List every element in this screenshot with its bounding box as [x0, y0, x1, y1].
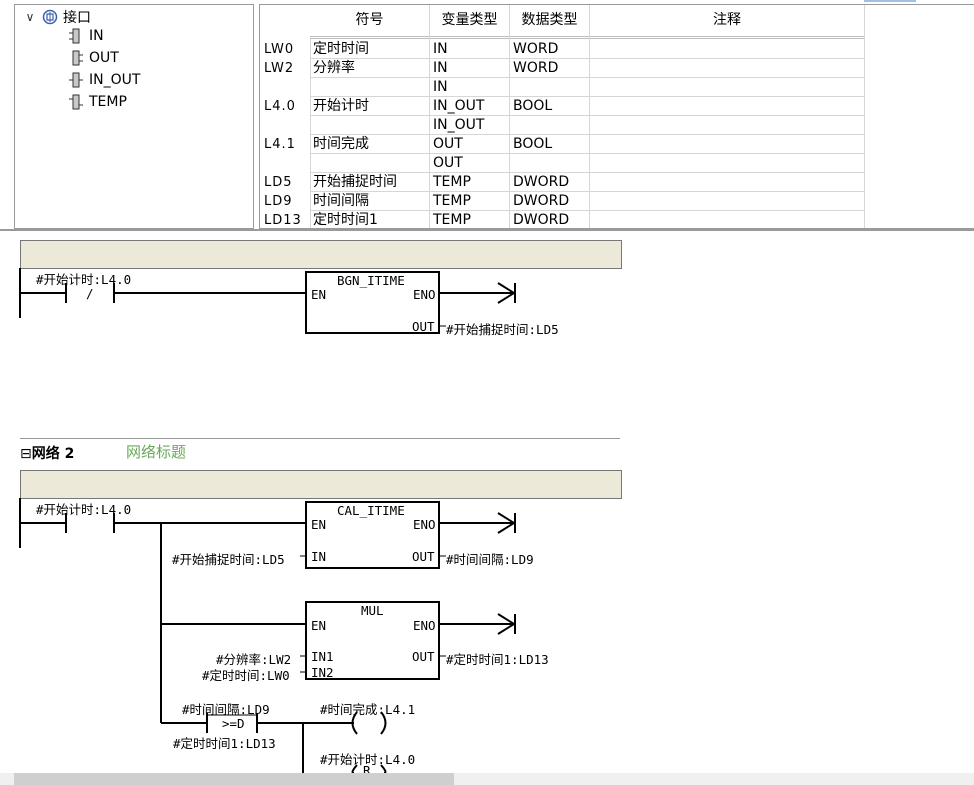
cell-symbol[interactable]: 定时时间1: [313, 211, 378, 228]
table-row[interactable]: [310, 39, 864, 59]
tree-root[interactable]: ∨ 接口: [23, 7, 91, 27]
in-operand[interactable]: #开始捕捉时间:LD5: [172, 549, 285, 568]
row-address: LW2: [264, 61, 295, 76]
col-header-comment[interactable]: 注释: [590, 5, 865, 39]
block-name: BGN_ITIME: [337, 273, 405, 288]
pane-divider[interactable]: [0, 229, 974, 231]
compare-operator: >=D: [222, 716, 245, 731]
scrollbar-thumb[interactable]: [14, 773, 454, 785]
interface-icon: [42, 9, 58, 25]
horizontal-scrollbar[interactable]: [0, 773, 974, 785]
variable-table: 符号 变量类型 数据类型 注释 LW0 定时时间 IN WORD LW2 分辨率 IN WOR…: [259, 4, 974, 229]
tree-item-in[interactable]: IN: [69, 28, 104, 44]
interface-tree: ∨ 接口 IN OUT IN_OUT TEMP: [14, 4, 254, 229]
pin-eno: ENO: [413, 618, 436, 633]
contact-label[interactable]: #开始计时:L4.0: [36, 499, 131, 518]
col-header-data-type[interactable]: 数据类型: [510, 5, 590, 39]
cell-var-type[interactable]: TEMP: [433, 211, 471, 228]
ladder-diagram: / R: [19, 268, 516, 773]
row-address: L4.0: [264, 99, 296, 114]
cell-symbol[interactable]: 分辨率: [313, 59, 355, 78]
table-row[interactable]: [310, 115, 864, 135]
cell-symbol[interactable]: 定时时间: [313, 40, 369, 59]
out-operand[interactable]: #时间间隔:LD9: [446, 549, 534, 568]
table-row[interactable]: [310, 77, 864, 97]
pin-en: EN: [311, 618, 327, 633]
tree-root-label: 接口: [63, 10, 91, 26]
cell-data-type[interactable]: WORD: [513, 40, 558, 59]
block-name: CAL_ITIME: [337, 503, 405, 518]
cell-var-type[interactable]: OUT: [433, 154, 463, 173]
table-row[interactable]: [310, 191, 864, 211]
row-address: LD13: [264, 213, 302, 228]
compare-bottom-operand[interactable]: #定时时间1:LD13: [173, 733, 276, 752]
table-row[interactable]: [310, 153, 864, 173]
cell-data-type[interactable]: DWORD: [513, 192, 569, 211]
cell-symbol[interactable]: 开始计时: [313, 97, 369, 116]
pin-out: OUT: [412, 649, 435, 664]
pin-in2: IN2: [311, 665, 334, 680]
contact-symbol: /: [86, 286, 94, 301]
tree-item-label: IN: [89, 28, 104, 44]
cell-data-type[interactable]: BOOL: [513, 135, 552, 154]
tree-item-temp[interactable]: TEMP: [69, 94, 127, 110]
cell-var-type[interactable]: IN: [433, 59, 448, 78]
block-name: MUL: [361, 603, 384, 618]
pin-out: OUT: [412, 319, 435, 334]
tree-item-in-out[interactable]: IN_OUT: [69, 72, 140, 88]
cell-data-type[interactable]: WORD: [513, 59, 558, 78]
col-header-var-type[interactable]: 变量类型: [430, 5, 510, 39]
in2-operand[interactable]: #定时时间:LW0: [202, 665, 290, 684]
cell-data-type[interactable]: BOOL: [513, 97, 552, 116]
pin-en: EN: [311, 287, 327, 302]
top-edge-button[interactable]: [864, 0, 916, 2]
row-address: L4.1: [264, 137, 296, 152]
pin-eno: ENO: [413, 517, 436, 532]
row-address: LD9: [264, 194, 293, 209]
pin-en: EN: [311, 517, 327, 532]
cell-var-type[interactable]: TEMP: [433, 192, 471, 211]
contact-label[interactable]: #开始计时:L4.0: [36, 269, 131, 288]
pin-in1: IN1: [311, 649, 334, 664]
chevron-down-icon[interactable]: ∨: [23, 10, 37, 24]
ladder-editor: ⊟网络 2 网络标题 / R #开始计时:L4.0 BGN_ITIME EN E…: [14, 233, 974, 773]
tree-item-label: TEMP: [89, 94, 127, 110]
cell-var-type[interactable]: OUT: [433, 135, 463, 154]
tree-item-out[interactable]: OUT: [69, 50, 119, 66]
pin-out: OUT: [412, 549, 435, 564]
tree-item-label: IN_OUT: [89, 72, 141, 88]
pin-icon: [69, 72, 83, 88]
table-row[interactable]: [310, 96, 864, 116]
out-operand[interactable]: #定时时间1:LD13: [446, 649, 549, 668]
cell-var-type[interactable]: IN: [433, 40, 448, 59]
pin-icon: [69, 94, 83, 110]
cell-symbol[interactable]: 时间间隔: [313, 192, 369, 211]
out-operand[interactable]: #开始捕捉时间:LD5: [446, 319, 559, 338]
cell-symbol[interactable]: 开始捕捉时间: [313, 173, 397, 192]
cell-var-type[interactable]: IN: [433, 78, 448, 97]
pin-icon: [72, 50, 83, 66]
coil1-operand[interactable]: #时间完成:L4.1: [320, 699, 415, 718]
coil2-operand[interactable]: #开始计时:L4.0: [320, 749, 415, 768]
table-row[interactable]: [310, 134, 864, 154]
cell-data-type[interactable]: DWORD: [513, 211, 569, 228]
pin-icon: [69, 28, 80, 44]
pin-eno: ENO: [413, 287, 436, 302]
table-row[interactable]: [310, 210, 864, 228]
cell-data-type[interactable]: DWORD: [513, 173, 569, 192]
cell-var-type[interactable]: IN_OUT: [433, 116, 484, 135]
table-row[interactable]: [310, 58, 864, 78]
cell-var-type[interactable]: IN_OUT: [433, 97, 484, 116]
pin-in: IN: [311, 549, 327, 564]
col-header-symbol[interactable]: 符号: [310, 5, 430, 39]
row-address: LW0: [264, 42, 295, 57]
tree-item-label: OUT: [89, 50, 119, 66]
cell-symbol[interactable]: 时间完成: [313, 135, 369, 154]
row-address: LD5: [264, 175, 293, 190]
cell-var-type[interactable]: TEMP: [433, 173, 471, 192]
